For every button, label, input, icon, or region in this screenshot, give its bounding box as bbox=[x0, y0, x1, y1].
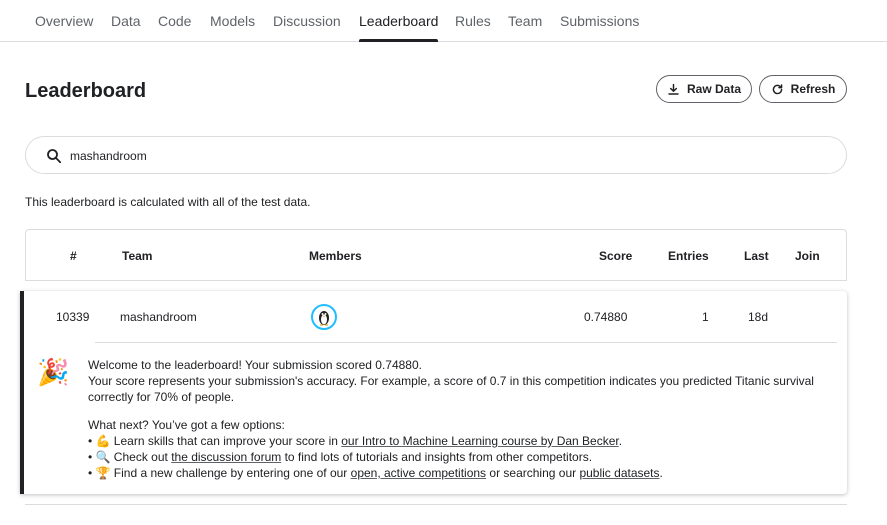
header-last[interactable]: Last bbox=[744, 249, 769, 263]
row-last: 18d bbox=[748, 310, 769, 324]
option-challenge: • 🏆 Find a new challenge by entering one… bbox=[88, 465, 663, 481]
party-popper-icon: 🎉 bbox=[37, 357, 70, 387]
row-divider bbox=[95, 342, 837, 343]
refresh-icon bbox=[772, 83, 782, 94]
tab-code[interactable]: Code bbox=[158, 13, 191, 42]
message-explain-cont: correctly for 70% of people. bbox=[88, 390, 235, 404]
header-members: Members bbox=[309, 249, 362, 263]
discussion-forum-link[interactable]: the discussion forum bbox=[171, 450, 281, 464]
search-box bbox=[25, 136, 847, 174]
message-explain: Your score represents your submission's … bbox=[88, 374, 814, 388]
option-challenge-mid: or searching our bbox=[486, 466, 580, 480]
next-row-divider bbox=[25, 504, 847, 505]
tab-submissions[interactable]: Submissions bbox=[560, 13, 639, 42]
public-datasets-link[interactable]: public datasets bbox=[579, 466, 659, 480]
tab-models[interactable]: Models bbox=[210, 13, 255, 42]
tab-leaderboard[interactable]: Leaderboard bbox=[359, 13, 439, 42]
avatar[interactable] bbox=[311, 304, 337, 330]
option-challenge-suffix: . bbox=[659, 466, 663, 480]
table-header: # Team Members Score Entries Last Join bbox=[25, 229, 847, 281]
raw-data-button[interactable]: Raw Data bbox=[656, 75, 752, 103]
leaderboard-note: This leaderboard is calculated with all … bbox=[25, 195, 311, 209]
tab-team[interactable]: Team bbox=[508, 13, 542, 42]
raw-data-label: Raw Data bbox=[686, 82, 742, 96]
tab-discussion[interactable]: Discussion bbox=[273, 13, 341, 42]
active-competitions-link[interactable]: open, active competitions bbox=[351, 466, 486, 480]
header-join[interactable]: Join bbox=[795, 249, 820, 263]
page-title: Leaderboard bbox=[25, 80, 147, 102]
download-icon bbox=[668, 83, 679, 95]
option-discussion-suffix: to find lots of tutorials and insights f… bbox=[281, 450, 593, 464]
message-next-title: What next? You’ve got a few options: bbox=[88, 418, 285, 432]
option-learn-text: • 💪 Learn skills that can improve your s… bbox=[88, 434, 342, 448]
option-discussion-text: • 🔍 Check out bbox=[88, 450, 172, 464]
tab-data[interactable]: Data bbox=[111, 13, 141, 42]
message-welcome: Welcome to the leaderboard! Your submiss… bbox=[88, 358, 422, 372]
tab-rules[interactable]: Rules bbox=[455, 13, 491, 42]
header-team[interactable]: Team bbox=[122, 249, 152, 263]
penguin-avatar-icon bbox=[319, 311, 329, 326]
tab-bar: Overview Data Code Models Discussion Lea… bbox=[0, 0, 887, 42]
row-team[interactable]: mashandroom bbox=[120, 310, 197, 324]
option-challenge-text: • 🏆 Find a new challenge by entering one… bbox=[88, 466, 351, 480]
row-rank: 10339 bbox=[56, 310, 90, 324]
intro-ml-course-link[interactable]: our Intro to Machine Learning course by … bbox=[341, 434, 619, 448]
row-entries: 1 bbox=[702, 310, 709, 324]
refresh-label: Refresh bbox=[790, 82, 836, 96]
header-rank[interactable]: # bbox=[70, 249, 77, 263]
team-row-card: 10339 mashandroom 0.74880 1 18d 🎉 Welcom… bbox=[20, 291, 847, 494]
option-learn-suffix: . bbox=[618, 434, 623, 448]
search-icon bbox=[47, 149, 62, 164]
refresh-button[interactable]: Refresh bbox=[759, 75, 847, 103]
search-input[interactable] bbox=[70, 145, 810, 167]
tab-overview[interactable]: Overview bbox=[35, 13, 93, 42]
option-learn: • 💪 Learn skills that can improve your s… bbox=[88, 433, 622, 449]
header-entries[interactable]: Entries bbox=[668, 249, 709, 263]
row-score: 0.74880 bbox=[584, 310, 628, 324]
option-discussion: • 🔍 Check out the discussion forum to fi… bbox=[88, 449, 592, 465]
header-score[interactable]: Score bbox=[599, 249, 632, 263]
